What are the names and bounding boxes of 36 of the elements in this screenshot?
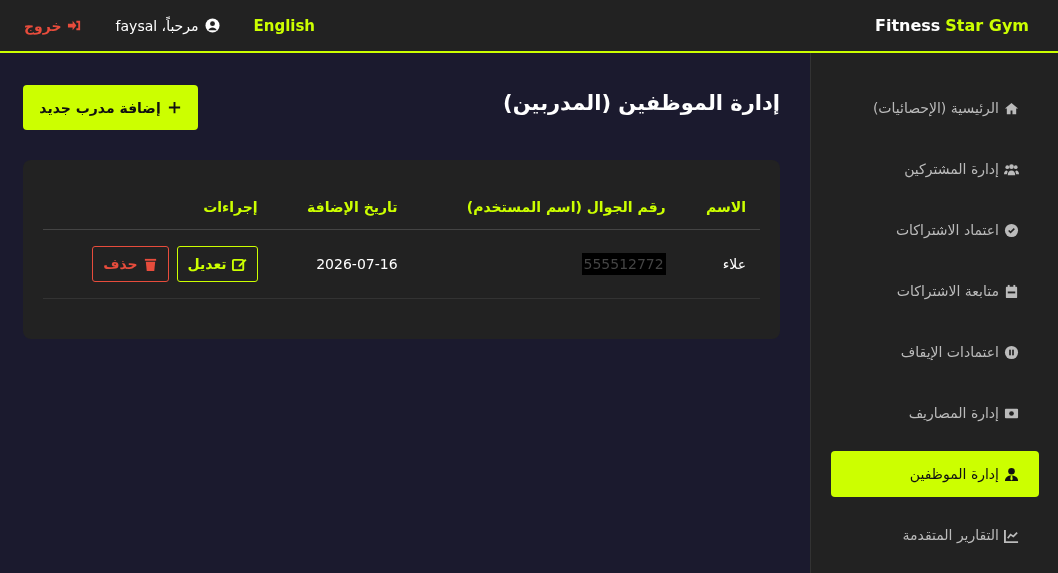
line-chart-icon: [1004, 527, 1019, 543]
sign-out-icon: [66, 18, 82, 33]
table-cell: 2026-07-16: [316, 256, 398, 272]
plus-icon: [166, 100, 182, 115]
language-link[interactable]: English: [253, 16, 316, 35]
calendar-icon: [1004, 283, 1019, 299]
add-trainer-button[interactable]: إضافة مدرب جديد: [23, 85, 198, 130]
sidebar-item[interactable]: متابعة الاشتراكات: [831, 268, 1039, 314]
edit-button[interactable]: تعديل: [176, 246, 258, 282]
greeting-text: مرحباً، faysal: [115, 17, 199, 34]
edit-icon: [231, 256, 247, 272]
column-header: إجراءات: [203, 199, 258, 215]
sidebar-item[interactable]: اعتماد الاشتراكات: [831, 207, 1039, 253]
sidebar-item[interactable]: اعتمادات الإيقاف: [831, 329, 1039, 375]
check-circle-icon: [1004, 222, 1019, 238]
pause-circle-icon: [1004, 344, 1019, 360]
column-header: الاسم: [706, 199, 746, 215]
logout-link[interactable]: خروج: [24, 17, 82, 34]
sidebar-item[interactable]: إدارة المشتركين: [831, 146, 1039, 192]
sidebar-item[interactable]: إدارة الموظفين: [831, 451, 1039, 497]
user-tie-icon: [1004, 466, 1019, 482]
user-circle-icon: [204, 18, 220, 33]
page-title: إدارة الموظفين (المدربين): [503, 91, 780, 115]
brand-name: Fitness: [874, 16, 941, 35]
home-icon: [1004, 100, 1019, 116]
sidebar-item[interactable]: الرئيسية (الإحصائيات): [831, 85, 1039, 131]
delete-button[interactable]: حذف: [92, 246, 169, 282]
phone-cell: 555512772: [581, 253, 666, 275]
table-cell: علاء: [722, 256, 746, 272]
trash-icon: [142, 256, 158, 272]
brand-accent: Star Gym: [945, 16, 1029, 35]
column-header: رقم الجوال (اسم المستخدم): [466, 199, 666, 215]
users-icon: [1004, 161, 1019, 177]
sidebar-item[interactable]: التقارير المتقدمة: [831, 512, 1039, 558]
sidebar-item[interactable]: إدارة المصاريف: [831, 390, 1039, 436]
column-header: تاريخ الإضافة: [307, 199, 398, 215]
